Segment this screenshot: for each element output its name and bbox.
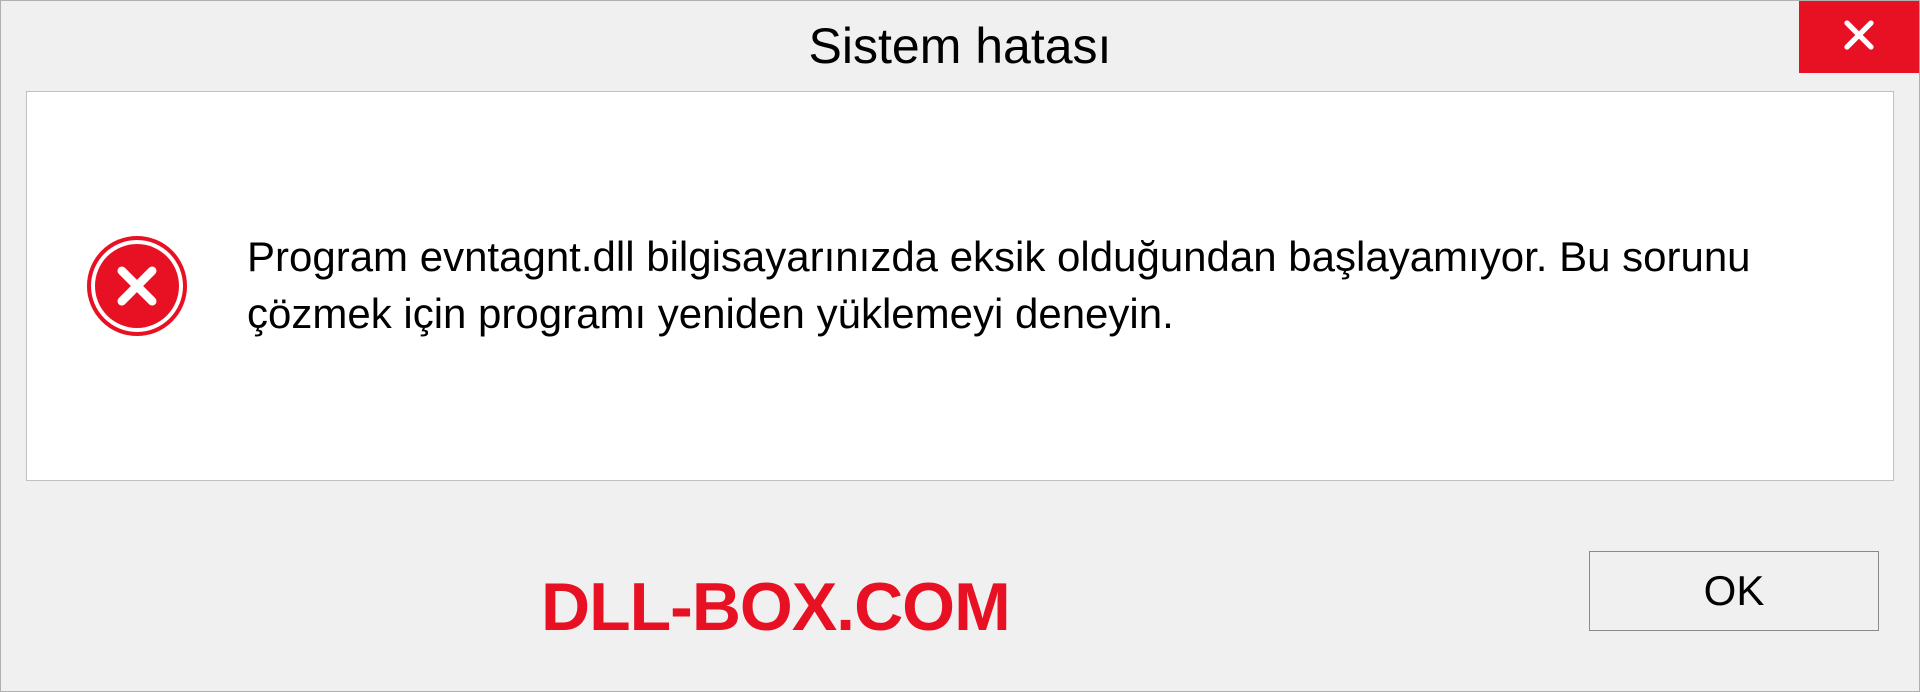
ok-button[interactable]: OK (1589, 551, 1879, 631)
watermark-text: DLL-BOX.COM (541, 568, 1010, 646)
close-icon (1841, 17, 1877, 58)
close-button[interactable] (1799, 1, 1919, 73)
dialog-footer: DLL-BOX.COM OK (1, 511, 1919, 691)
error-icon (87, 236, 187, 336)
error-message: Program evntagnt.dll bilgisayarınızda ek… (247, 229, 1833, 342)
error-dialog: Sistem hatası Program evntagnt.dll bilgi… (0, 0, 1920, 692)
dialog-title: Sistem hatası (809, 17, 1112, 75)
content-panel: Program evntagnt.dll bilgisayarınızda ek… (26, 91, 1894, 481)
titlebar: Sistem hatası (1, 1, 1919, 91)
